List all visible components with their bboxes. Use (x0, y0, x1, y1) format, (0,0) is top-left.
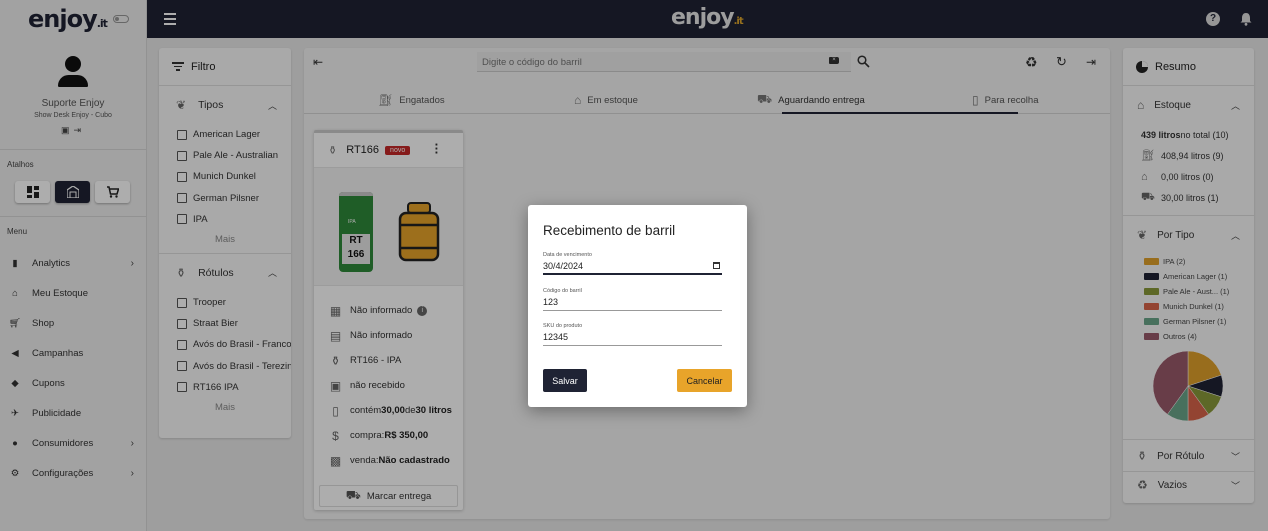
expiry-date-field[interactable]: Data de vencimento 30/4/2024 (543, 252, 722, 275)
product-sku-field[interactable]: SKU do produto 12345 (543, 323, 722, 346)
receive-barrel-dialog: Recebimento de barril Data de vencimento… (528, 205, 747, 407)
barrel-code-field[interactable]: Código do barril 123 (543, 288, 722, 311)
calendar-icon[interactable] (713, 262, 720, 269)
expiry-date-input[interactable]: 30/4/2024 (543, 261, 722, 275)
dialog-title: Recebimento de barril (543, 223, 676, 238)
field-label: Código do barril (543, 288, 582, 294)
cancel-button[interactable]: Cancelar (677, 369, 732, 392)
save-button[interactable]: Salvar (543, 369, 587, 392)
barrel-code-input[interactable]: 123 (543, 297, 722, 311)
product-sku-input[interactable]: 12345 (543, 332, 722, 346)
field-label: SKU do produto (543, 323, 583, 329)
field-label: Data de vencimento (543, 252, 592, 258)
